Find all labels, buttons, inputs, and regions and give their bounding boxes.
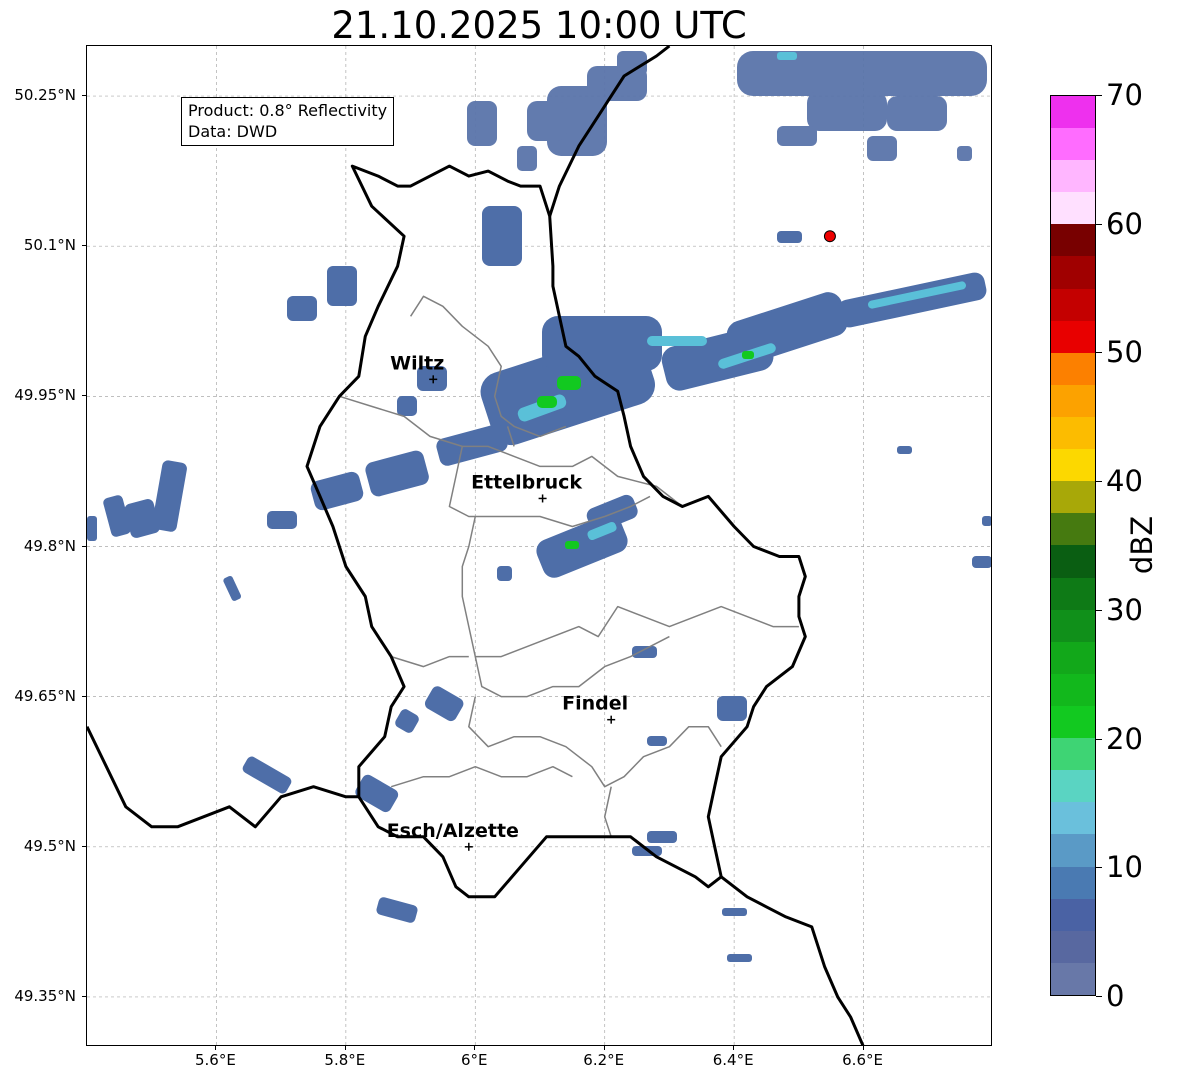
lat-tick xyxy=(82,695,86,697)
colorbar-segment xyxy=(1051,770,1095,803)
colorbar-segment xyxy=(1051,449,1095,482)
colorbar-segment xyxy=(1051,320,1095,353)
map-canvas[interactable]: Wiltz Ettelbruck Findel Esch/Alzette xyxy=(87,46,992,1046)
district-line xyxy=(603,786,612,838)
colorbar-segment xyxy=(1051,95,1095,129)
colorbar-segment xyxy=(1051,352,1095,385)
colorbar-segment xyxy=(1051,834,1095,867)
lat-tick xyxy=(82,245,86,247)
lon-tick-label: 6°E xyxy=(461,1051,488,1069)
lat-tick-label: 49.95°N xyxy=(14,386,76,405)
colorbar-segment xyxy=(1051,384,1095,418)
colorbar-segment xyxy=(1051,545,1095,578)
colorbar-segment xyxy=(1051,898,1095,931)
colorbar-segment xyxy=(1051,417,1095,450)
colorbar-segment xyxy=(1051,192,1095,225)
lat-tick-label: 49.5°N xyxy=(23,836,76,855)
colorbar-segment xyxy=(1051,802,1095,835)
city-label: Ettelbruck xyxy=(471,471,582,493)
colorbar-tick xyxy=(1096,352,1102,354)
colorbar-tick-label: 20 xyxy=(1106,721,1143,756)
lon-tick xyxy=(862,1046,864,1050)
lat-tick-label: 49.8°N xyxy=(23,536,76,555)
map-frame[interactable]: Wiltz Ettelbruck Findel Esch/Alzette Produc… xyxy=(86,45,992,1046)
neighbour-border-line xyxy=(87,726,359,829)
lat-tick xyxy=(82,845,86,847)
colorbar-tick xyxy=(1096,609,1102,611)
lat-tick-label: 49.65°N xyxy=(14,686,76,705)
colorbar-tick xyxy=(1096,95,1102,96)
colorbar-segment xyxy=(1051,513,1095,546)
city-label: Findel xyxy=(562,693,628,715)
district-line xyxy=(390,655,469,668)
lon-tick xyxy=(733,1046,735,1050)
colorbar-segment xyxy=(1051,673,1095,707)
lon-tick-label: 5.6°E xyxy=(195,1051,236,1069)
colorbar-tick-label: 10 xyxy=(1106,850,1143,885)
colorbar-segment xyxy=(1051,288,1095,321)
colorbar-segment xyxy=(1051,160,1095,193)
lat-tick xyxy=(82,545,86,547)
lon-tick xyxy=(215,1046,217,1050)
info-product: Product: 0.8° Reflectivity xyxy=(188,101,388,120)
lat-tick-label: 50.25°N xyxy=(14,86,76,105)
colorbar-tick-label: 0 xyxy=(1106,979,1125,1013)
colorbar-segment xyxy=(1051,962,1095,995)
colorbar-segment xyxy=(1051,866,1095,899)
colorbar-tick xyxy=(1096,996,1102,997)
district-line xyxy=(390,765,573,788)
colorbar-segment xyxy=(1051,481,1095,514)
city-label: Esch/Alzette xyxy=(387,820,519,842)
colorbar-segment xyxy=(1051,256,1095,289)
colorbar-segment xyxy=(1051,224,1095,257)
district-line xyxy=(461,516,799,658)
lat-tick-label: 50.1°N xyxy=(23,236,76,255)
colorbar-tick xyxy=(1096,867,1102,869)
city-label: Wiltz xyxy=(390,352,444,374)
colorbar-tick-label: 60 xyxy=(1106,206,1143,241)
lon-tick xyxy=(603,1046,605,1050)
lat-tick xyxy=(82,995,86,997)
colorbar-tick xyxy=(1096,481,1102,483)
echo-band-northeast xyxy=(467,51,987,171)
colorbar-tick-label: 40 xyxy=(1106,464,1143,499)
colorbar xyxy=(1050,95,1096,996)
lon-tick-label: 6.4°E xyxy=(712,1051,754,1069)
lon-tick xyxy=(474,1046,476,1050)
colorbar-segment xyxy=(1051,738,1095,771)
lon-tick-label: 6.2°E xyxy=(583,1051,625,1069)
lat-tick-label: 49.35°N xyxy=(14,986,76,1005)
map-title: 21.10.2025 10:00 UTC xyxy=(331,4,747,47)
lon-tick-label: 6.6°E xyxy=(842,1051,883,1069)
lon-tick xyxy=(344,1046,346,1050)
info-box: Product: 0.8° Reflectivity Data: DWD xyxy=(181,97,395,146)
colorbar-tick-label: 70 xyxy=(1106,78,1143,112)
echo-band-central xyxy=(310,272,987,578)
colorbar-segment xyxy=(1051,641,1095,674)
colorbar-tick xyxy=(1096,738,1102,740)
colorbar-segment xyxy=(1051,706,1095,739)
colorbar-label: dBZ xyxy=(1125,515,1159,575)
colorbar-segment xyxy=(1051,577,1095,610)
colorbar-segment xyxy=(1051,128,1095,161)
info-data-source: Data: DWD xyxy=(188,122,278,141)
lat-tick xyxy=(82,395,86,397)
colorbar-tick-label: 30 xyxy=(1106,592,1143,627)
radar-site-marker xyxy=(823,230,836,243)
colorbar-segment xyxy=(1051,609,1095,642)
radar-site-dot xyxy=(823,230,836,243)
colorbar-tick-label: 50 xyxy=(1106,335,1143,370)
colorbar-tick xyxy=(1096,223,1102,225)
lon-tick-label: 5.8°E xyxy=(324,1051,366,1069)
district-line xyxy=(474,635,670,698)
colorbar-segment xyxy=(1051,930,1095,963)
lat-tick xyxy=(82,95,86,97)
